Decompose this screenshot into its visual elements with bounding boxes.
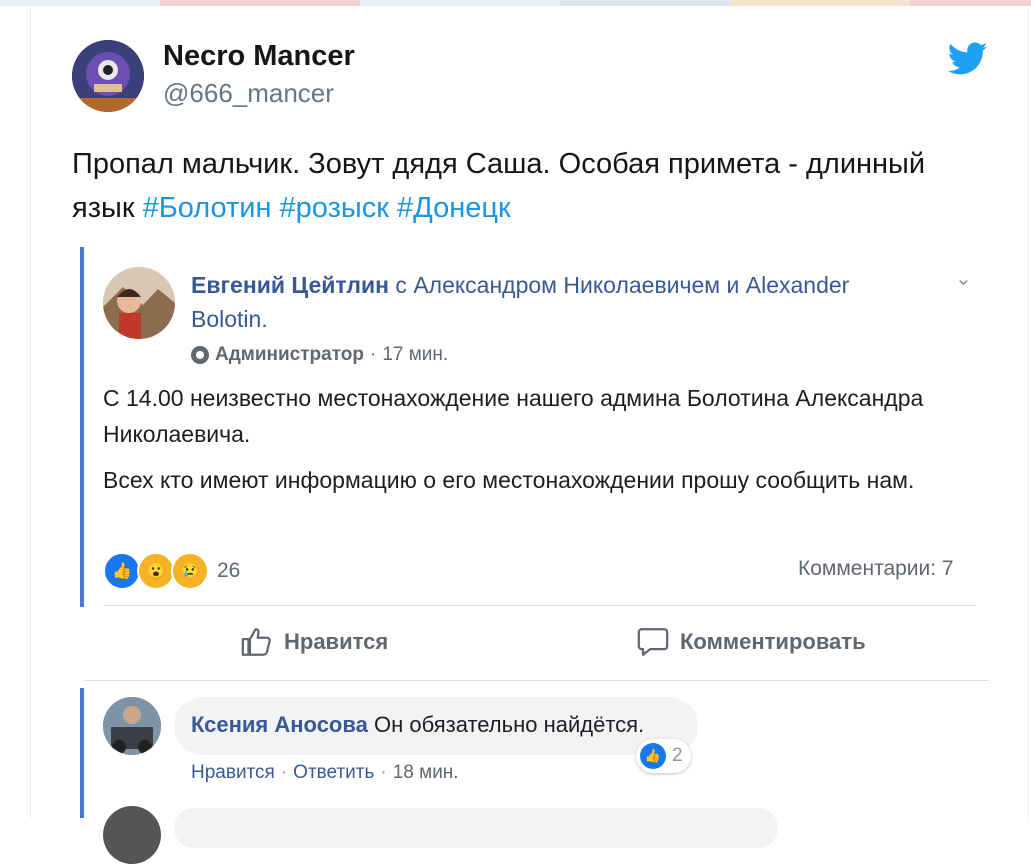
reaction-count: 26 (217, 559, 241, 582)
next-comment-bubble (174, 808, 778, 848)
fb-author-name[interactable]: Евгений Цейтлин (191, 272, 389, 298)
like-reaction-icon: 👍 (640, 743, 666, 769)
fb-tagged-person[interactable]: Александром Николаевичем (413, 272, 720, 298)
embed-accent-bar (80, 247, 84, 607)
fb-post-body: С 14.00 неизвестно местонахождение нашег… (103, 380, 973, 508)
comments-count-link[interactable]: Комментарии: 7 (798, 557, 954, 581)
tweet-author-handle[interactable]: @666_mancer (163, 78, 334, 109)
embed-accent-bar (80, 688, 84, 818)
fb-and-word: и (726, 272, 740, 298)
fb-with-word: с (395, 272, 407, 298)
meta-separator: · (370, 344, 377, 365)
comment-body: Он обязательно найдётся. (373, 712, 645, 737)
fb-paragraph: Всех кто имеют информацию о его местонах… (103, 467, 915, 493)
hashtag-link[interactable]: #розыск (280, 192, 389, 224)
comment-actions: Нравится · Ответить · 18 мин. (191, 762, 459, 784)
comment-reaction-badge[interactable]: 👍 2 (636, 739, 691, 773)
next-commenter-avatar[interactable] (103, 806, 161, 864)
comment-time[interactable]: 18 мин. (393, 762, 459, 784)
reaction-summary[interactable]: 👍 😮 😢 26 (103, 552, 240, 590)
admin-badge-icon (191, 346, 209, 364)
chevron-down-icon[interactable]: ⌄ (955, 266, 972, 291)
comment-reply-link[interactable]: Ответить (293, 762, 374, 784)
meta-separator: · (380, 762, 387, 783)
fb-author-avatar[interactable] (103, 267, 175, 339)
comment-bubble-icon (637, 628, 669, 656)
comment-like-link[interactable]: Нравится (191, 762, 275, 784)
wow-reaction-icon: 😮 (137, 552, 175, 590)
comment-button-label: Комментировать (680, 629, 866, 654)
divider (103, 605, 976, 606)
fb-post-meta: Администратор · 17 мин. (191, 344, 448, 366)
hashtag-link[interactable]: #Донецк (397, 192, 511, 224)
hashtag-link[interactable]: #Болотин (143, 192, 272, 224)
fb-post-header: Евгений Цейтлин с Александром Николаевич… (191, 268, 931, 336)
twitter-bird-icon[interactable] (947, 42, 988, 76)
commenter-name[interactable]: Ксения Аносова (191, 712, 368, 737)
meta-separator: · (280, 762, 288, 783)
like-button-label: Нравится (284, 629, 389, 654)
commenter-avatar[interactable] (103, 697, 161, 755)
sad-reaction-icon: 😢 (171, 552, 209, 590)
fb-paragraph: С 14.00 неизвестно местонахождение нашег… (103, 385, 924, 447)
tweet-author-avatar[interactable] (72, 40, 144, 112)
comment-button[interactable]: Комментировать (636, 625, 866, 659)
fb-role: Администратор (215, 344, 364, 365)
top-color-strip (0, 0, 1031, 6)
fb-post-time[interactable]: 17 мин. (382, 344, 448, 366)
thumbs-up-icon (241, 628, 271, 656)
tweet-author-name[interactable]: Necro Mancer (163, 40, 355, 73)
comment-reaction-count: 2 (672, 745, 683, 766)
card-border (30, 8, 31, 818)
divider (84, 680, 989, 681)
card-border (1027, 8, 1028, 818)
like-button[interactable]: Нравится (240, 625, 388, 659)
tweet-text: Пропал мальчик. Зовут дядя Саша. Особая … (72, 142, 932, 230)
comment-text: Ксения Аносова Он обязательно найдётся. (191, 712, 644, 738)
like-reaction-icon: 👍 (103, 552, 141, 590)
